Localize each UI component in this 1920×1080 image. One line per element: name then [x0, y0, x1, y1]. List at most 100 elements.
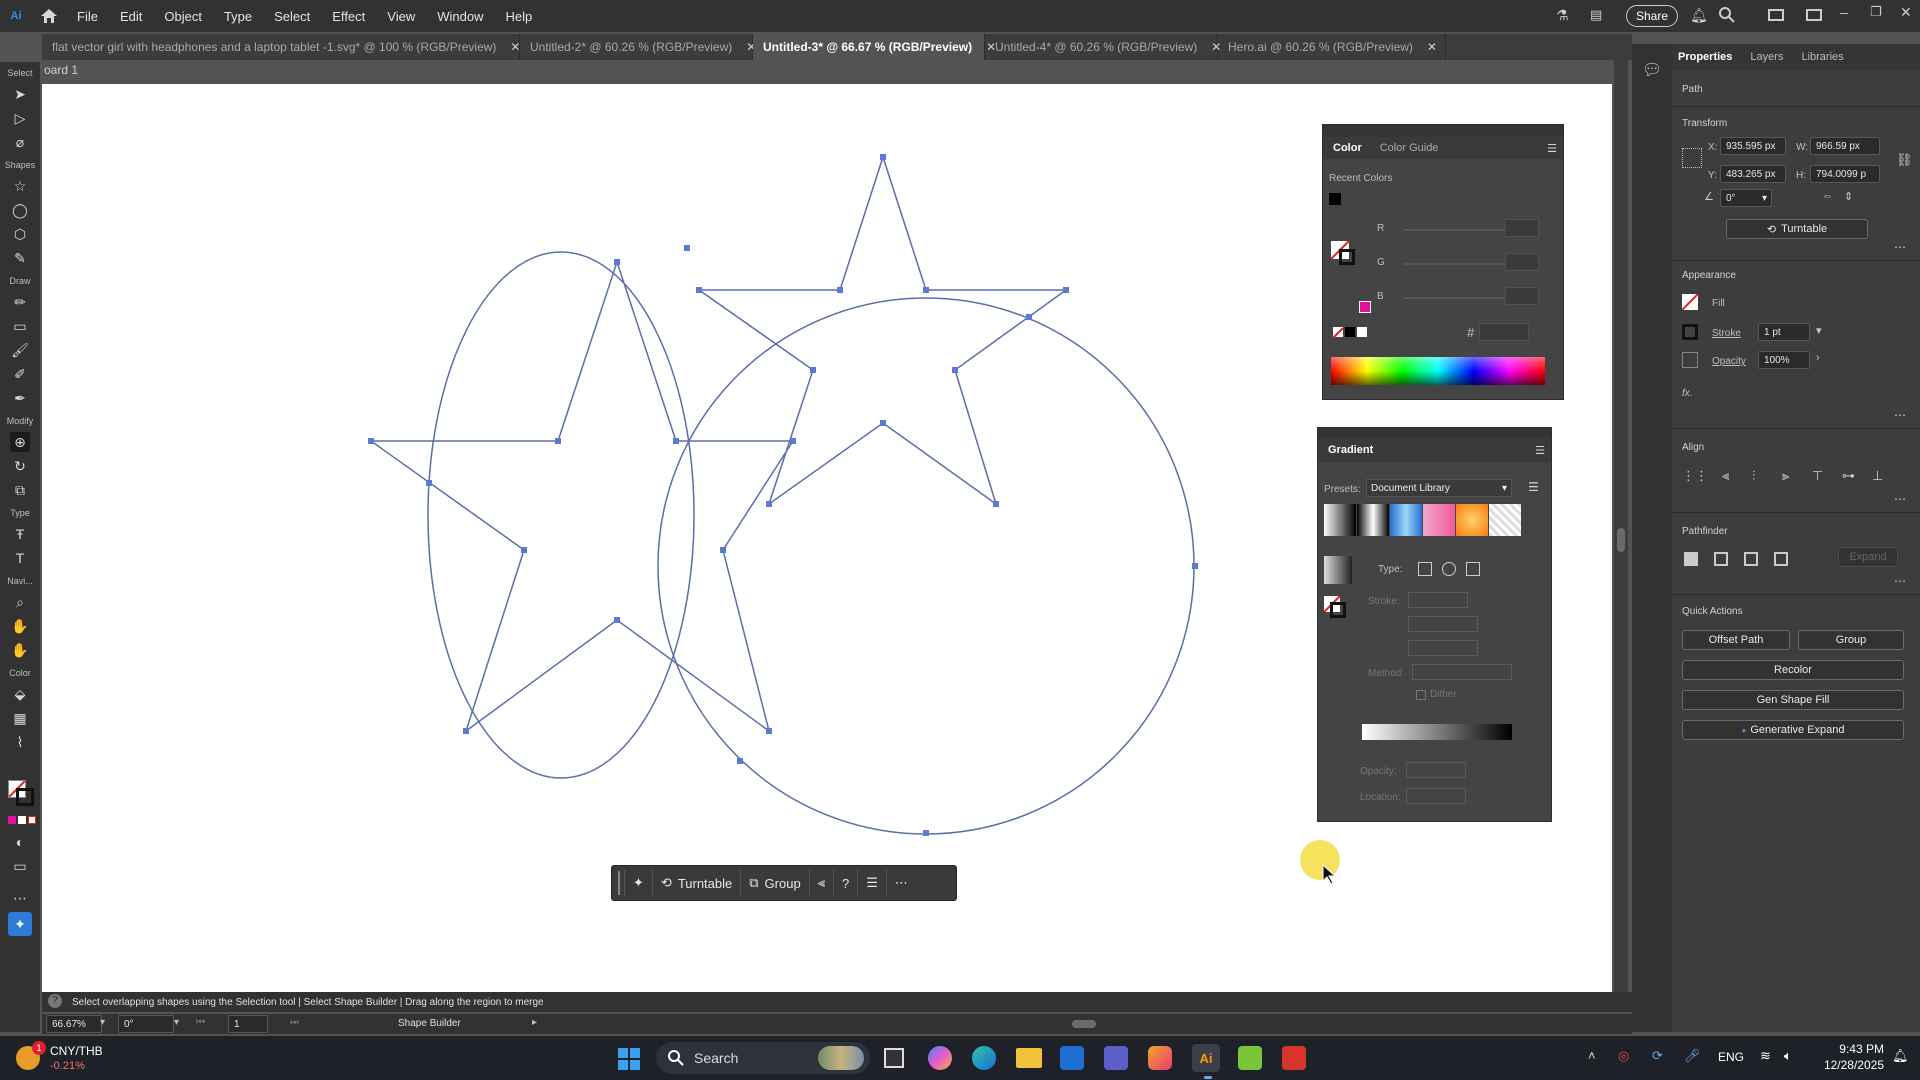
- menu-edit[interactable]: Edit: [109, 9, 153, 24]
- align-left-icon[interactable]: ⫷: [1722, 468, 1729, 484]
- more-options-icon[interactable]: ⋯: [885, 870, 916, 896]
- play-icon[interactable]: ▸: [532, 1017, 537, 1028]
- tab-libraries[interactable]: Libraries: [1801, 51, 1843, 63]
- chevron-down-icon[interactable]: ▾: [1816, 324, 1822, 337]
- start-windows-icon[interactable]: [618, 1048, 640, 1070]
- white-color-swatch[interactable]: [1357, 327, 1367, 337]
- group-button[interactable]: Group: [1798, 630, 1904, 650]
- search-icon[interactable]: [1718, 6, 1736, 27]
- panel-grip[interactable]: [1318, 428, 1551, 438]
- turntable-button[interactable]: ⟲ Turntable: [1726, 219, 1868, 239]
- wifi-icon[interactable]: ≋: [1760, 1048, 1771, 1064]
- tray-app-icon[interactable]: ◎: [1618, 1048, 1629, 1064]
- close-icon[interactable]: ✕: [1427, 40, 1437, 54]
- file-explorer-icon[interactable]: [1016, 1048, 1042, 1068]
- direct-selection-tool-icon[interactable]: ▷: [10, 108, 30, 128]
- eyedropper-tool-icon[interactable]: ⌇: [10, 732, 30, 752]
- gradient-mode-swatch[interactable]: [18, 816, 26, 824]
- align-icon[interactable]: ⫷: [808, 870, 833, 896]
- aspect-ratio-field[interactable]: [1408, 640, 1478, 656]
- chevron-up-icon[interactable]: ˄: [1588, 1048, 1596, 1063]
- r-value-input[interactable]: [1505, 219, 1539, 237]
- close-icon[interactable]: ✕: [510, 40, 520, 54]
- fill-swatch[interactable]: [1681, 293, 1699, 311]
- tab-layers[interactable]: Layers: [1750, 51, 1783, 63]
- flip-horizontal-icon[interactable]: ⇔: [1822, 190, 1833, 202]
- rotate-tool-icon[interactable]: ↻: [10, 456, 30, 476]
- opacity-label[interactable]: Opacity: [1712, 356, 1746, 367]
- blob-brush-tool-icon[interactable]: ✐: [10, 364, 30, 384]
- learn-flask-icon[interactable]: ⚗: [1556, 7, 1574, 25]
- star-tool-icon[interactable]: ☆: [10, 176, 30, 196]
- stroke-swatch[interactable]: [1682, 324, 1698, 340]
- touch-type-tool-icon[interactable]: Ŧ: [10, 524, 30, 544]
- more-tools-icon[interactable]: ⋯: [10, 888, 30, 908]
- vertical-scrollbar[interactable]: [1614, 60, 1628, 992]
- comments-icon[interactable]: ▤: [1590, 7, 1608, 25]
- last-artboard-icon[interactable]: ⏭: [290, 1017, 299, 1028]
- polygon-tool-icon[interactable]: ⬡: [10, 224, 30, 244]
- stroke-swatch[interactable]: [16, 788, 34, 806]
- presets-dropdown[interactable]: Document Library ▾: [1366, 479, 1512, 497]
- flip-vertical-icon[interactable]: ⇕: [1844, 190, 1853, 203]
- rotate-view-tool-icon[interactable]: ✋: [10, 640, 30, 660]
- app-green-icon[interactable]: [1238, 1046, 1262, 1070]
- chevron-right-icon[interactable]: ›: [1816, 352, 1820, 364]
- selection-tool-icon[interactable]: ➤: [10, 84, 30, 104]
- opacity-field[interactable]: [1406, 762, 1466, 778]
- generative-ai-icon[interactable]: ✦: [624, 870, 652, 896]
- gradient-tool-icon[interactable]: ▦: [10, 708, 30, 728]
- preset-swatch-6[interactable]: [1489, 504, 1521, 536]
- color-mode-swatch[interactable]: [8, 816, 16, 824]
- tab-properties[interactable]: Properties: [1678, 51, 1732, 63]
- stroke-weight-input[interactable]: 1 pt: [1758, 323, 1810, 341]
- h-input[interactable]: 794.0099 p: [1810, 165, 1880, 183]
- microphone-icon[interactable]: 🎤︎: [1684, 1048, 1701, 1064]
- linear-gradient-icon[interactable]: [1418, 562, 1432, 576]
- preset-swatch-1[interactable]: [1324, 504, 1356, 536]
- align-top-icon[interactable]: ⊤: [1812, 468, 1823, 484]
- teams-icon[interactable]: [1104, 1046, 1128, 1070]
- artboard-number-input[interactable]: 1: [228, 1015, 268, 1033]
- tab-document-4[interactable]: Untitled-4* @ 60.26 % (RGB/Preview) ✕: [985, 34, 1221, 60]
- panel-grip[interactable]: [1323, 125, 1563, 137]
- restore-window-icon[interactable]: ❐: [1870, 4, 1882, 20]
- recolor-button[interactable]: Recolor: [1682, 660, 1904, 680]
- generative-expand-button[interactable]: ● Generative Expand: [1682, 720, 1904, 740]
- lasso-tool-icon[interactable]: ⌀: [10, 132, 30, 152]
- tab-document-1[interactable]: flat vector girl with headphones and a l…: [42, 34, 520, 60]
- scale-tool-icon[interactable]: ⧉: [10, 480, 30, 500]
- freeform-gradient-icon[interactable]: [1466, 562, 1480, 576]
- scroll-thumb[interactable]: [1617, 528, 1625, 552]
- minimize-window-icon[interactable]: –: [1840, 4, 1848, 20]
- tab-color-guide[interactable]: Color Guide: [1380, 142, 1439, 154]
- menu-effect[interactable]: Effect: [321, 9, 376, 24]
- gradient-slider[interactable]: [1362, 724, 1512, 740]
- menu-file[interactable]: File: [66, 9, 109, 24]
- expand-button[interactable]: Expand: [1838, 547, 1898, 567]
- menu-object[interactable]: Object: [153, 9, 213, 24]
- intersect-icon[interactable]: [1744, 552, 1758, 566]
- comments-panel-icon[interactable]: 💬︎: [1642, 60, 1662, 80]
- pen-tool-icon[interactable]: ✒: [10, 388, 30, 408]
- outlook-icon[interactable]: [1060, 1046, 1084, 1070]
- opacity-input[interactable]: 100%: [1758, 351, 1810, 369]
- recent-color-swatch[interactable]: [1329, 193, 1341, 205]
- g-value-input[interactable]: [1505, 253, 1539, 271]
- zoom-level-input[interactable]: 66.67%: [46, 1015, 102, 1033]
- volume-icon[interactable]: 🔈︎: [1784, 1048, 1792, 1064]
- ellipse-tool-icon[interactable]: ◯: [10, 200, 30, 220]
- help-icon[interactable]: ?: [48, 994, 62, 1008]
- tab-document-5[interactable]: Hero.ai @ 60.26 % (RGB/Preview) ✕: [1218, 34, 1446, 60]
- angle-field[interactable]: [1408, 616, 1478, 632]
- b-value-input[interactable]: [1505, 287, 1539, 305]
- group-button[interactable]: ⧉ Group: [740, 870, 808, 896]
- rotate-view-input[interactable]: 0°: [118, 1015, 174, 1033]
- menu-help[interactable]: Help: [494, 9, 543, 24]
- y-input[interactable]: 483.265 px: [1720, 165, 1786, 183]
- hand-tool-icon[interactable]: ✋: [10, 616, 30, 636]
- preset-swatch-4[interactable]: [1423, 504, 1455, 536]
- stroke-gradient-options[interactable]: [1408, 592, 1468, 608]
- chevron-down-icon[interactable]: ▾: [174, 1017, 179, 1028]
- color-spectrum[interactable]: [1331, 357, 1545, 385]
